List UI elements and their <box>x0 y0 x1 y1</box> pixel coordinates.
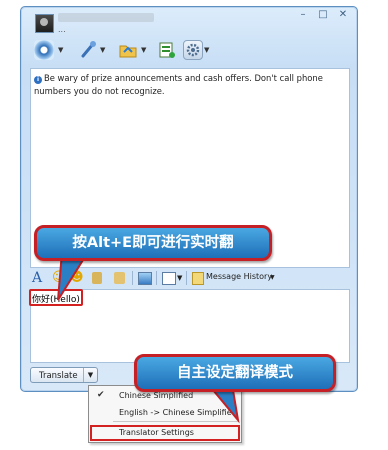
callout-shortcut: 按Alt+E即可进行实时翻 <box>34 225 272 261</box>
callout-settings: 自主设定翻译模式 <box>134 354 336 392</box>
